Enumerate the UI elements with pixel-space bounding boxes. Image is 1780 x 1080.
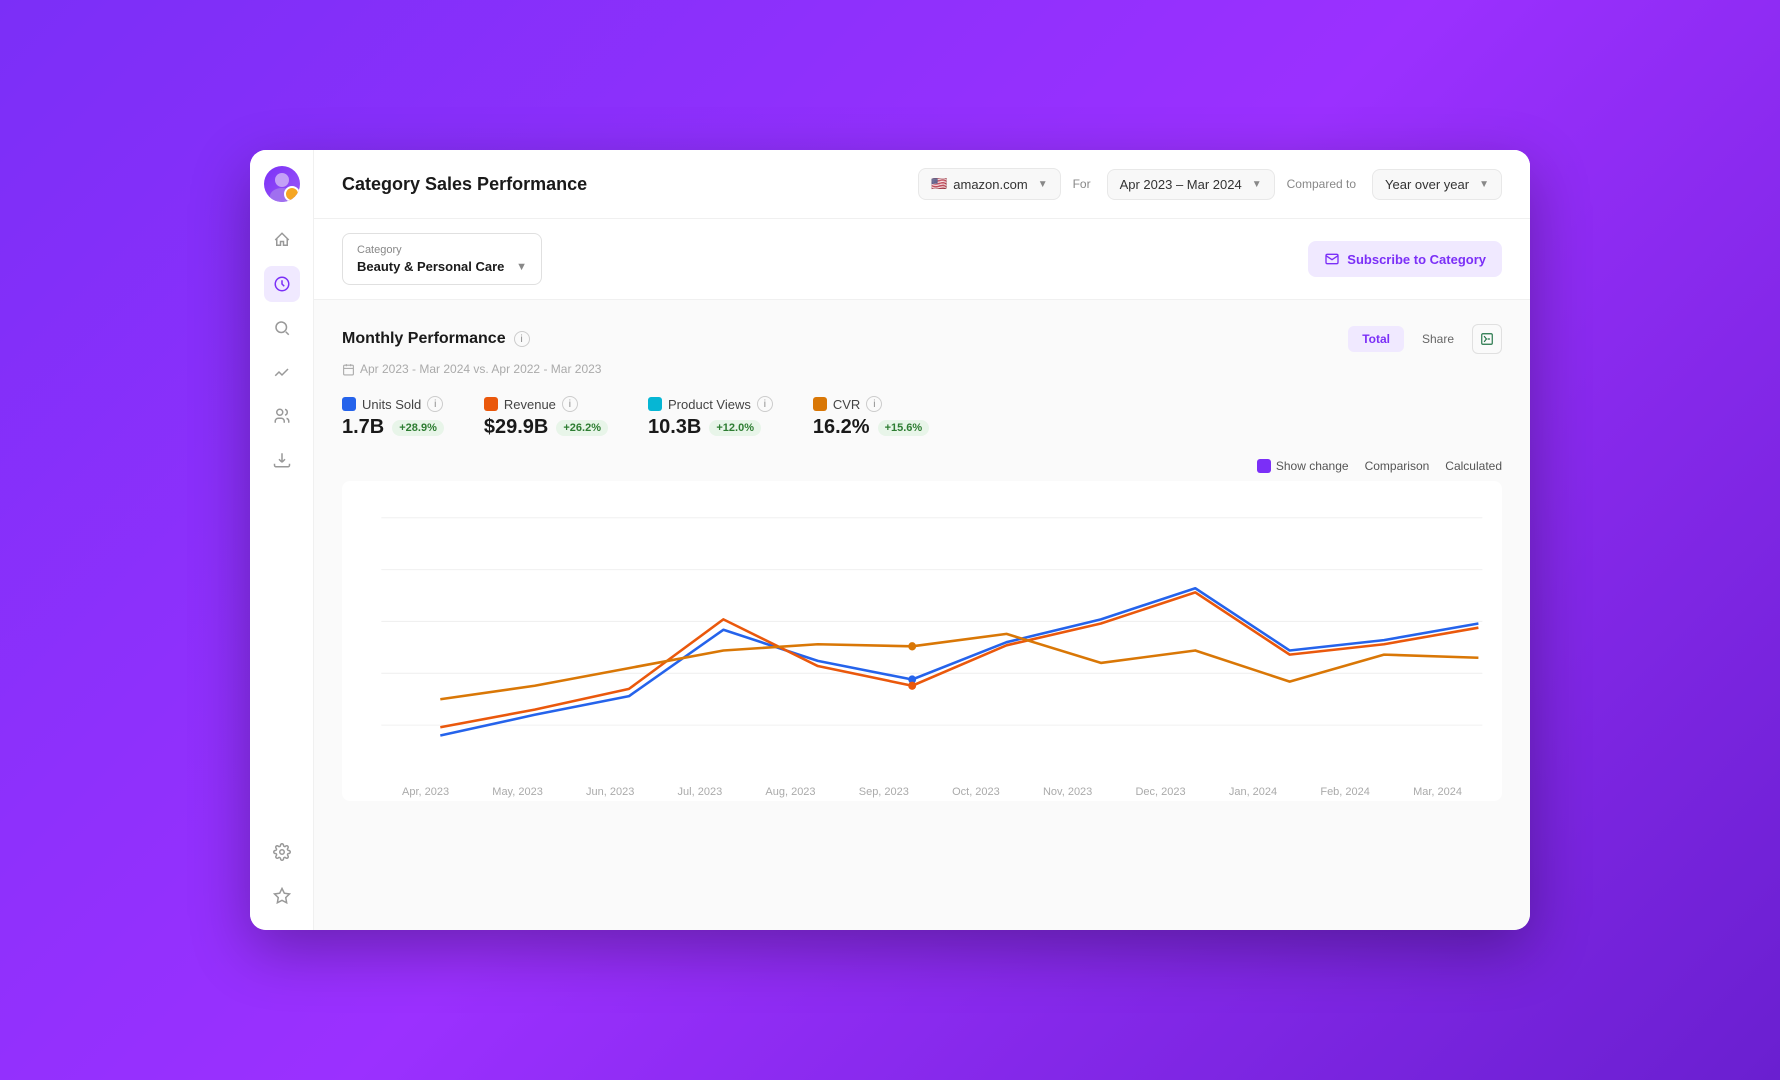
title-row: Monthly Performance i [342,330,530,348]
header-controls: 🇺🇸 amazon.com ▼ For Apr 2023 – Mar 2024 … [918,168,1502,200]
view-tabs: Total Share [1348,324,1502,354]
x-label-8: Dec, 2023 [1135,786,1185,798]
cvr-badge: +15.6% [878,420,930,436]
sidebar-item-settings[interactable] [264,834,300,870]
show-change-text: Show change [1276,459,1349,473]
x-label-9: Jan, 2024 [1229,786,1277,798]
sidebar-item-users[interactable] [264,398,300,434]
units-sold-info[interactable]: i [427,396,443,412]
tab-total[interactable]: Total [1348,326,1404,352]
comparison-value: Year over year [1385,177,1469,192]
avatar[interactable] [264,166,300,202]
section-subtitle: Apr 2023 - Mar 2024 vs. Apr 2022 - Mar 2… [342,362,1502,376]
metric-units-sold: Units Sold i 1.7B +28.9% [342,396,444,439]
sidebar-item-pin[interactable] [264,878,300,914]
x-label-0: Apr, 2023 [402,786,449,798]
tab-share[interactable]: Share [1408,326,1468,352]
category-chevron: ▼ [516,261,527,273]
subscribe-label: Subscribe to Category [1347,252,1486,267]
units-sold-badge: +28.9% [392,420,444,436]
x-label-7: Nov, 2023 [1043,786,1092,798]
revenue-value: $29.9B [484,416,549,439]
comparison-text: Comparison [1365,459,1430,473]
section-title: Monthly Performance [342,330,506,348]
x-label-11: Mar, 2024 [1413,786,1462,798]
show-change-checkbox[interactable] [1257,459,1271,473]
revenue-info[interactable]: i [562,396,578,412]
header: Category Sales Performance 🇺🇸 amazon.com… [314,150,1530,219]
comparison-selector[interactable]: Year over year ▼ [1372,169,1502,200]
date-chevron: ▼ [1252,179,1262,190]
metric-revenue: Revenue i $29.9B +26.2% [484,396,608,439]
category-dropdown[interactable]: Category Beauty & Personal Care ▼ [342,233,542,285]
x-label-3: Jul, 2023 [678,786,723,798]
info-icon[interactable]: i [514,331,530,347]
chart-area: Apr, 2023 May, 2023 Jun, 2023 Jul, 2023 … [342,481,1502,801]
x-label-4: Aug, 2023 [765,786,815,798]
page-title: Category Sales Performance [342,174,902,195]
x-label-1: May, 2023 [492,786,543,798]
x-label-5: Sep, 2023 [859,786,909,798]
cvr-value: 16.2% [813,416,870,439]
subscribe-icon [1324,251,1340,267]
store-chevron: ▼ [1038,179,1048,190]
filter-bar: Category Beauty & Personal Care ▼ Subscr… [314,219,1530,300]
main-content: Category Sales Performance 🇺🇸 amazon.com… [314,150,1530,930]
cvr-label: CVR [833,397,860,412]
x-label-2: Jun, 2023 [586,786,634,798]
comparison-chevron: ▼ [1479,179,1489,190]
product-views-badge: +12.0% [709,420,761,436]
product-views-info[interactable]: i [757,396,773,412]
store-selector[interactable]: 🇺🇸 amazon.com ▼ [918,168,1061,200]
product-views-value: 10.3B [648,416,701,439]
app-container: Category Sales Performance 🇺🇸 amazon.com… [250,150,1530,930]
category-label: Category [357,244,527,256]
revenue-label: Revenue [504,397,556,412]
date-range-value: Apr 2023 – Mar 2024 [1120,177,1242,192]
cvr-info[interactable]: i [866,396,882,412]
sidebar-item-analytics[interactable] [264,266,300,302]
chart-x-labels: Apr, 2023 May, 2023 Jun, 2023 Jul, 2023 … [342,782,1502,798]
excel-icon [1480,332,1494,346]
sidebar-item-search[interactable] [264,310,300,346]
x-label-10: Feb, 2024 [1320,786,1370,798]
sidebar-item-download[interactable] [264,442,300,478]
sidebar-item-launch[interactable] [264,222,300,258]
date-comparison-label: Apr 2023 - Mar 2024 vs. Apr 2022 - Mar 2… [360,362,601,376]
show-change-row: Show change Comparison Calculated [342,459,1502,473]
x-label-6: Oct, 2023 [952,786,1000,798]
calculated-text: Calculated [1445,459,1502,473]
metric-product-views: Product Views i 10.3B +12.0% [648,396,773,439]
store-value: amazon.com [953,177,1027,192]
flag-icon: 🇺🇸 [931,176,947,192]
units-sold-value: 1.7B [342,416,384,439]
metrics-row: Units Sold i 1.7B +28.9% Revenue i [342,396,1502,439]
product-views-label: Product Views [668,397,751,412]
compared-to-label: Compared to [1287,177,1356,191]
category-value-row: Beauty & Personal Care ▼ [357,259,527,274]
date-range-selector[interactable]: Apr 2023 – Mar 2024 ▼ [1107,169,1275,200]
revenue-badge: +26.2% [556,420,608,436]
show-change-label-group: Show change [1257,459,1349,473]
for-label: For [1073,177,1091,191]
product-views-checkbox[interactable] [648,397,662,411]
sidebar [250,150,314,930]
section-header: Monthly Performance i Total Share [342,324,1502,354]
metric-cvr: CVR i 16.2% +15.6% [813,396,929,439]
cvr-checkbox[interactable] [813,397,827,411]
sidebar-item-trends[interactable] [264,354,300,390]
line-chart [342,497,1502,777]
units-sold-checkbox[interactable] [342,397,356,411]
export-excel-button[interactable] [1472,324,1502,354]
category-value: Beauty & Personal Care [357,259,504,274]
content-area: Monthly Performance i Total Share Apr 20… [314,300,1530,930]
units-sold-label: Units Sold [362,397,421,412]
subscribe-button[interactable]: Subscribe to Category [1308,241,1502,277]
revenue-checkbox[interactable] [484,397,498,411]
calendar-icon [342,363,355,376]
